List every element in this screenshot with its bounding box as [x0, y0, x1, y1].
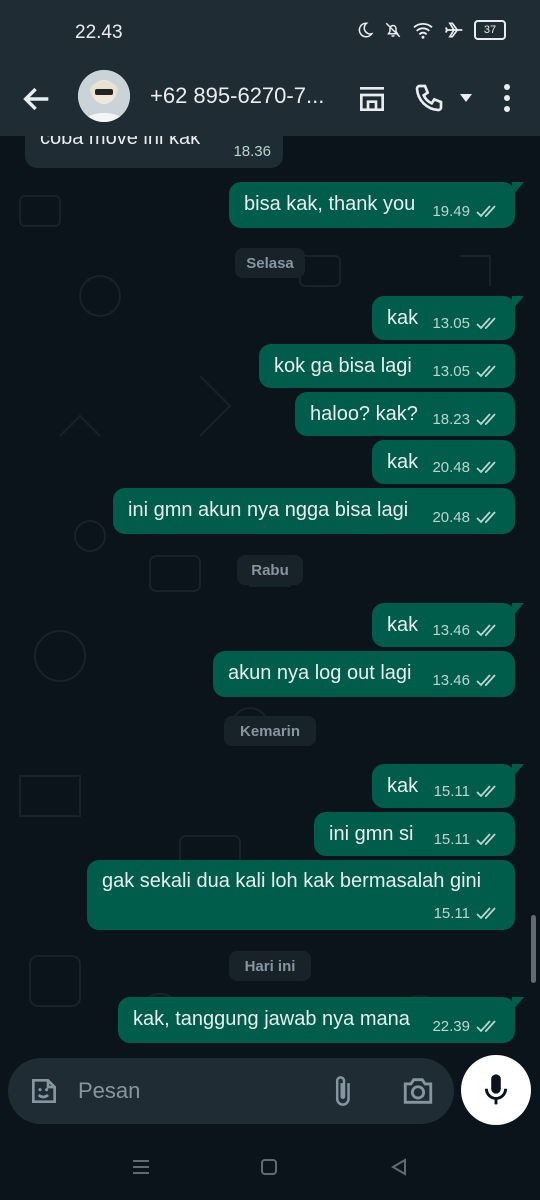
outgoing-message[interactable]: gak sekali dua kali loh kak bermasalah g…: [87, 860, 515, 930]
outgoing-message[interactable]: kok ga bisa lagi 13.05: [259, 344, 515, 388]
chat-area[interactable]: coba move ini kak 18.36 bisa kak, thank yo…: [0, 136, 540, 1058]
incoming-message[interactable]: coba move ini kak 18.36: [25, 136, 283, 168]
message-time: 13.05: [432, 363, 470, 380]
message-text: haloo? kak?: [310, 403, 418, 425]
outgoing-message[interactable]: ini gmn akun nya ngga bisa lagi 20.48: [113, 488, 515, 534]
contact-name[interactable]: +62 895-6270-7...: [150, 83, 324, 109]
message-text: kak: [387, 775, 419, 797]
battery-level: 37: [483, 24, 497, 36]
more-icon[interactable]: [498, 81, 516, 115]
message-text: coba move ini kak: [40, 136, 201, 149]
dropdown-icon[interactable]: [458, 92, 474, 104]
bubble-tail: [512, 603, 524, 617]
read-ticks-icon: [476, 785, 496, 798]
message-time: 15.11: [433, 905, 470, 922]
chat-header: +62 895-6270-7...: [0, 66, 540, 136]
message-text: gak sekali dua kali loh kak bermasalah g…: [102, 870, 482, 892]
message-composer[interactable]: Pesan: [8, 1058, 454, 1124]
message-text: kak: [387, 451, 419, 473]
read-ticks-icon: [476, 624, 496, 637]
message-input[interactable]: Pesan: [78, 1078, 140, 1104]
mic-button[interactable]: [461, 1055, 531, 1125]
message-time: 22.39: [432, 1018, 470, 1035]
status-time: 22.43: [75, 22, 123, 43]
camera-icon[interactable]: [401, 1075, 435, 1107]
message-text: akun nya log out lagi: [228, 662, 412, 684]
read-ticks-icon: [476, 413, 496, 426]
message-text: ini gmn akun nya ngga bisa lagi: [128, 499, 409, 521]
date-divider: Hari ini: [229, 951, 311, 981]
mic-icon: [484, 1074, 508, 1105]
avatar[interactable]: [78, 70, 130, 122]
read-ticks-icon: [476, 674, 496, 687]
outgoing-message[interactable]: kak 15.11: [372, 764, 524, 808]
bubble-tail: [512, 296, 524, 310]
store-icon[interactable]: [356, 83, 388, 115]
attach-icon[interactable]: [330, 1074, 358, 1108]
read-ticks-icon: [476, 511, 496, 524]
message-time: 15.11: [433, 831, 470, 848]
message-time: 20.48: [432, 509, 470, 526]
message-text: ini gmn si: [329, 823, 414, 845]
battery-icon: 37: [474, 20, 506, 40]
message-text: kak: [387, 614, 419, 636]
message-time: 19.49: [432, 203, 470, 220]
message-text: kok ga bisa lagi: [274, 355, 412, 377]
outgoing-message[interactable]: haloo? kak? 18.23: [295, 392, 515, 436]
bell-off-icon: [385, 22, 401, 38]
outgoing-message[interactable]: kak, tanggung jawab nya mana 22.39: [118, 997, 524, 1043]
message-time: 13.46: [432, 672, 470, 689]
outgoing-message[interactable]: kak 13.46: [372, 603, 524, 647]
scrollbar[interactable]: [531, 915, 536, 983]
date-divider: Kemarin: [224, 716, 316, 746]
message-text: bisa kak, thank you: [244, 193, 416, 215]
outgoing-message[interactable]: akun nya log out lagi 13.46: [213, 651, 515, 697]
status-icons: 37: [356, 20, 506, 40]
read-ticks-icon: [476, 1020, 496, 1033]
outgoing-message[interactable]: ini gmn si 15.11: [314, 812, 515, 856]
message-time: 15.11: [433, 783, 470, 800]
back-arrow-icon[interactable]: [20, 82, 54, 116]
system-nav-bar: [0, 1132, 540, 1200]
date-divider: Selasa: [235, 248, 305, 278]
read-ticks-icon: [476, 461, 496, 474]
bubble-tail: [512, 997, 524, 1011]
outgoing-message[interactable]: bisa kak, thank you 19.49: [229, 182, 524, 228]
message-time: 13.05: [432, 315, 470, 332]
read-ticks-icon: [476, 317, 496, 330]
message-time: 20.48: [432, 459, 470, 476]
read-ticks-icon: [476, 833, 496, 846]
back-nav-icon[interactable]: [389, 1157, 409, 1177]
message-time: 18.36: [233, 143, 271, 160]
home-icon[interactable]: [260, 1158, 278, 1176]
status-bar: 22.43 37: [0, 0, 540, 66]
wifi-icon: [413, 23, 433, 39]
recents-icon[interactable]: [131, 1158, 151, 1176]
message-text: kak, tanggung jawab nya mana: [133, 1008, 410, 1030]
bubble-tail: [512, 764, 524, 778]
message-time: 13.46: [432, 622, 470, 639]
moon-icon: [358, 22, 374, 38]
date-divider: Rabu: [237, 555, 303, 585]
message-time: 18.23: [432, 411, 470, 428]
message-text: kak: [387, 307, 419, 329]
phone-icon[interactable]: [413, 82, 445, 114]
bubble-tail: [512, 182, 524, 196]
sticker-icon[interactable]: [28, 1075, 60, 1107]
read-ticks-icon: [476, 907, 496, 920]
outgoing-message[interactable]: kak 13.05: [372, 296, 524, 340]
read-ticks-icon: [476, 205, 496, 218]
airplane-icon: [444, 22, 463, 38]
read-ticks-icon: [476, 365, 496, 378]
outgoing-message[interactable]: kak 20.48: [372, 440, 515, 484]
